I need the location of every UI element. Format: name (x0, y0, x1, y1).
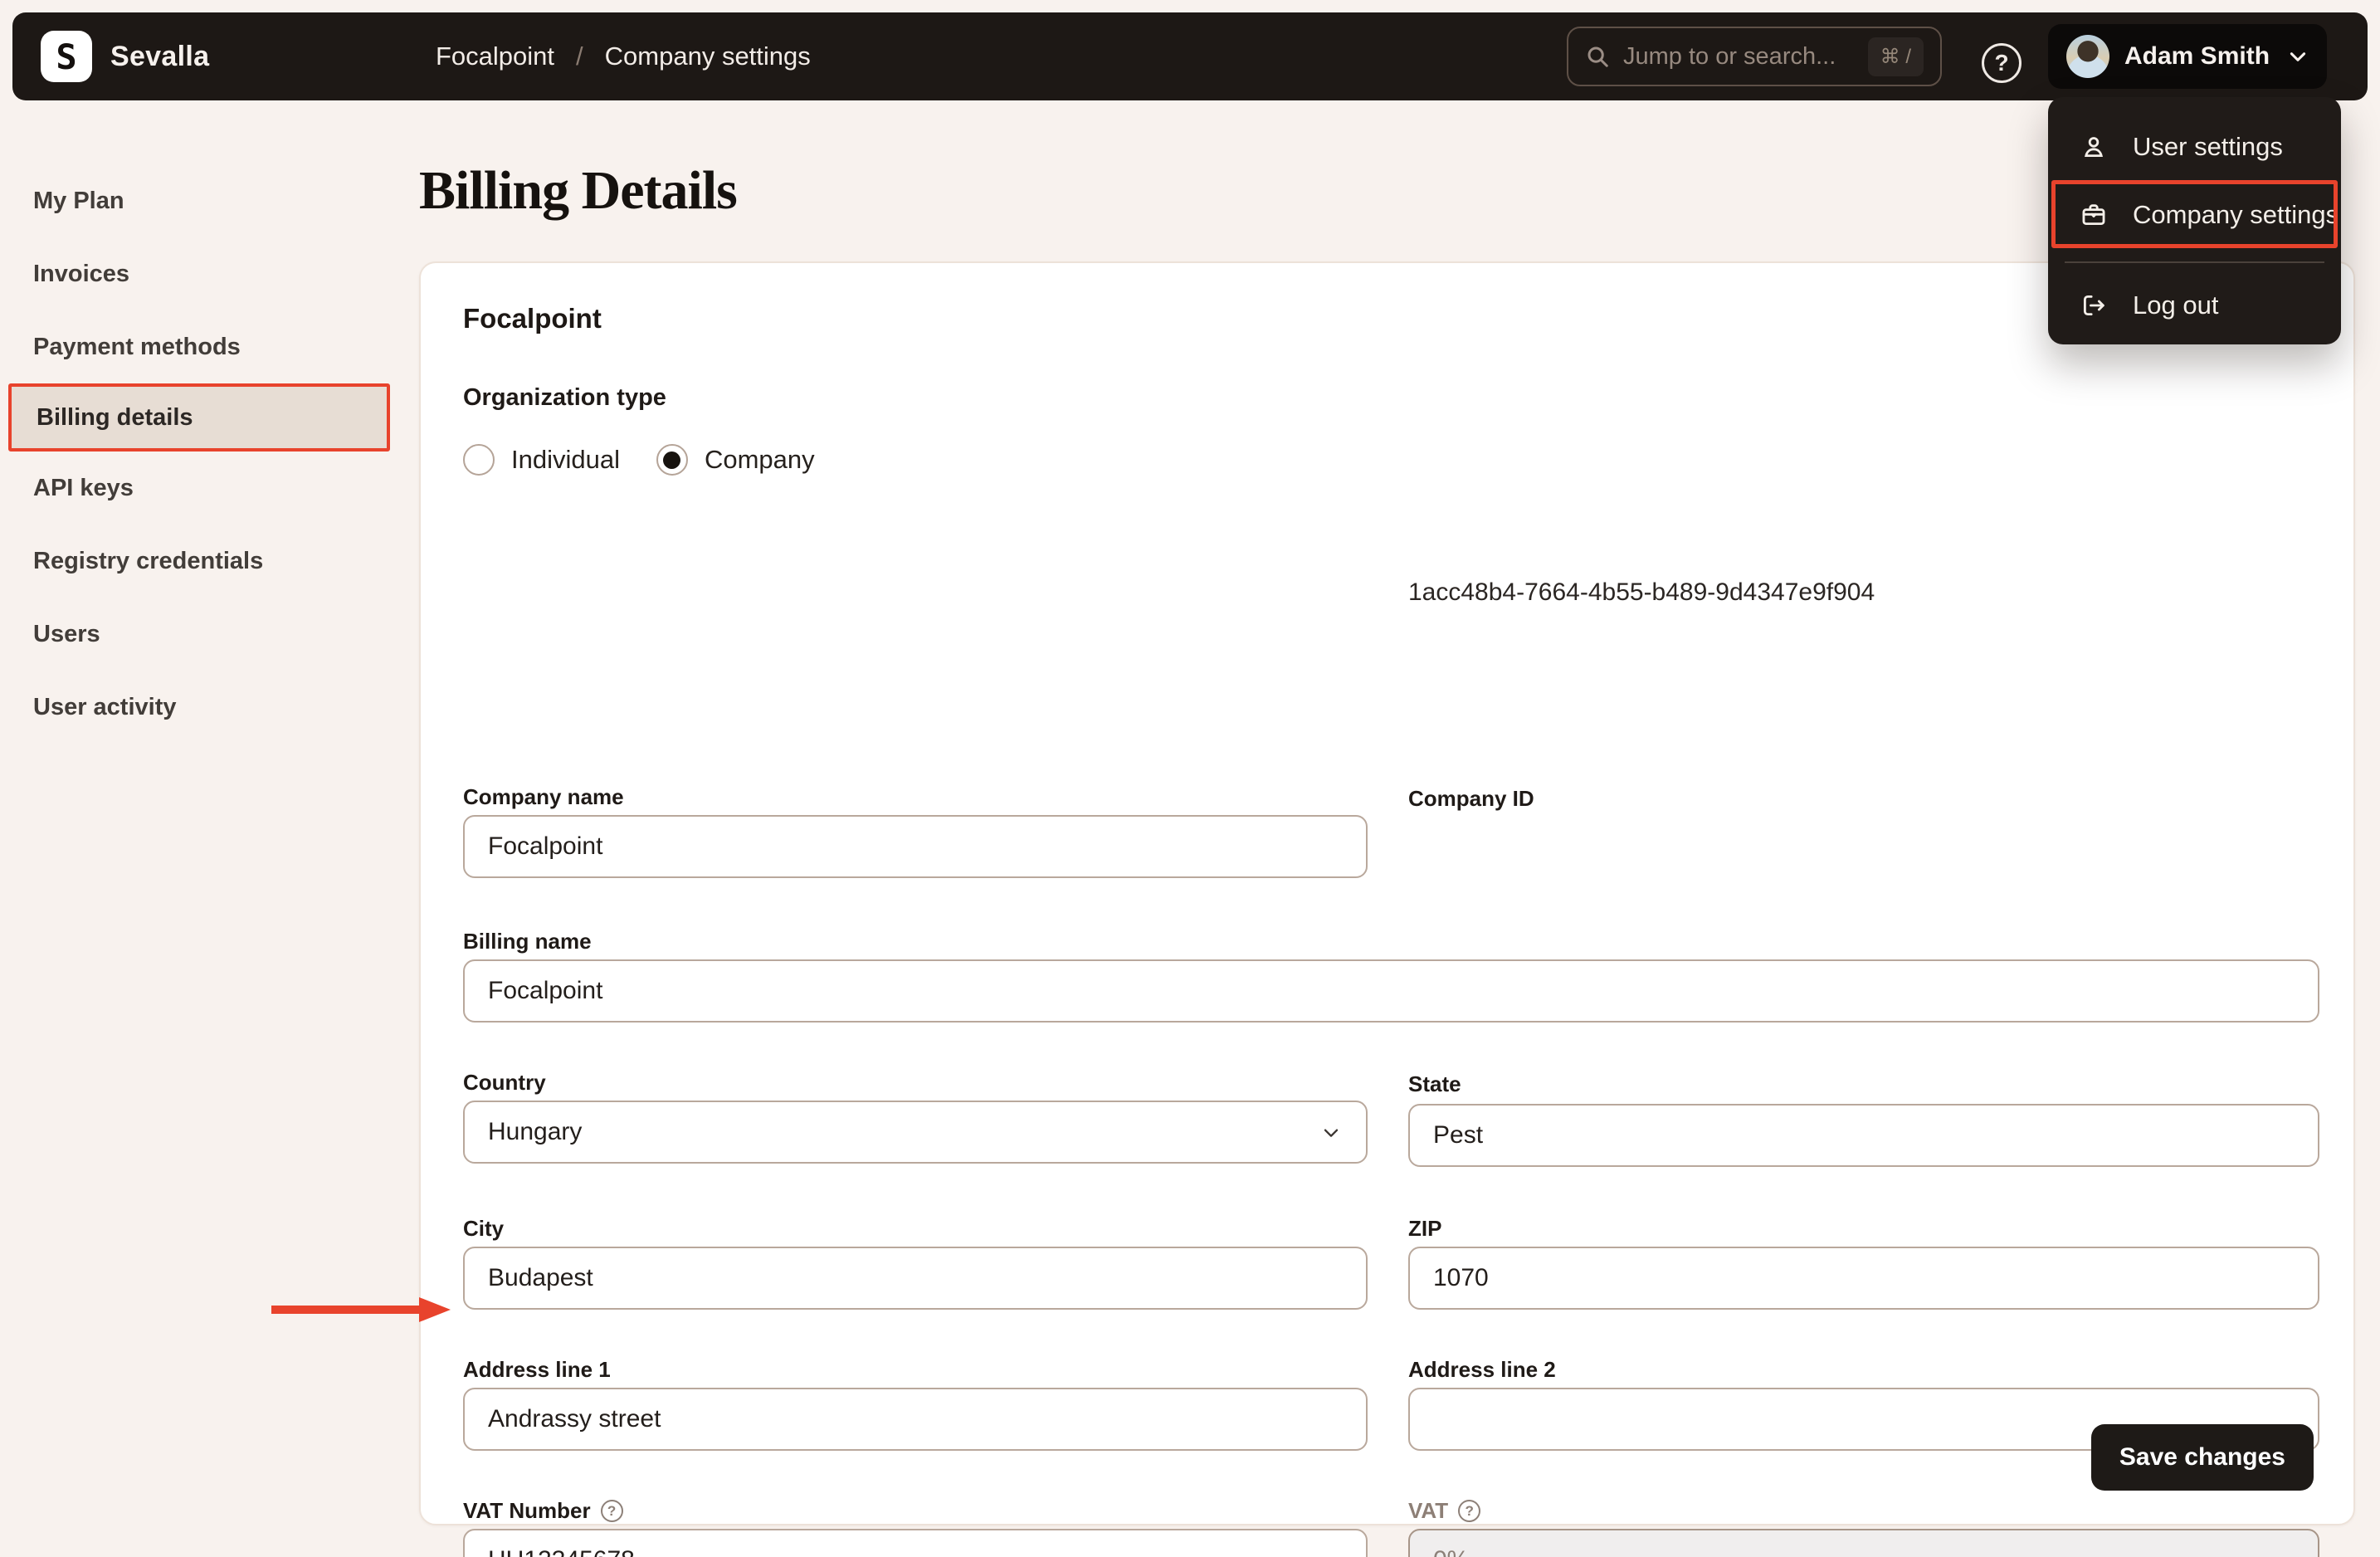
card-company-title: Focalpoint (463, 303, 602, 334)
avatar (2066, 35, 2109, 78)
breadcrumb: Focalpoint / Company settings (436, 12, 811, 100)
menu-item-company-settings[interactable]: Company settings (2048, 183, 2341, 246)
radio-company-circle (656, 444, 688, 476)
radio-individual-circle (463, 444, 495, 476)
menu-item-label: Log out (2133, 290, 2219, 320)
sidebar-item-my-plan[interactable]: My Plan (0, 164, 415, 237)
breadcrumb-org[interactable]: Focalpoint (436, 41, 554, 71)
user-icon (2080, 133, 2108, 161)
address-line-1-input[interactable] (463, 1388, 1368, 1451)
breadcrumb-separator: / (576, 41, 583, 71)
billing-name-input[interactable] (463, 959, 2319, 1023)
select-chevron-icon (1319, 1120, 1343, 1144)
menu-item-user-settings[interactable]: User settings (2048, 117, 2341, 177)
sidebar-item-invoices[interactable]: Invoices (0, 237, 415, 310)
vat-label-text: VAT (1408, 1498, 1449, 1523)
company-id-value: 1acc48b4-7664-4b55-b489-9d4347e9f904 (1408, 578, 1875, 606)
company-id-label: Company ID (1408, 786, 1534, 811)
sidebar-item-registry-credentials[interactable]: Registry credentials (0, 525, 415, 598)
settings-sidebar: My Plan Invoices Payment methods Billing… (0, 164, 415, 744)
sidebar-item-user-activity[interactable]: User activity (0, 671, 415, 744)
sevalla-logo-icon[interactable]: S (41, 31, 92, 82)
vat-number-label-text: VAT Number (463, 1498, 591, 1523)
page-title: Billing Details (419, 160, 738, 221)
country-select[interactable]: Hungary (463, 1101, 1368, 1164)
address-line-2-label: Address line 2 (1408, 1357, 1556, 1382)
org-type-radio-group: Individual Company (463, 444, 815, 476)
zip-label: ZIP (1408, 1216, 1442, 1241)
zip-input[interactable] (1408, 1247, 2319, 1310)
chevron-down-icon (2287, 46, 2309, 67)
menu-item-label: User settings (2133, 132, 2283, 161)
radio-company[interactable]: Company (656, 444, 815, 476)
state-label: State (1408, 1071, 1461, 1096)
vat-number-label: VAT Number (463, 1498, 623, 1524)
sidebar-item-payment-methods[interactable]: Payment methods (0, 310, 415, 383)
vat-label: VAT (1408, 1498, 1481, 1524)
city-label: City (463, 1216, 505, 1241)
sidebar-item-billing-details[interactable]: Billing details (8, 383, 390, 451)
user-menu-button[interactable]: Adam Smith (2048, 24, 2327, 89)
user-name: Adam Smith (2124, 42, 2270, 70)
help-icon[interactable] (1982, 43, 2022, 83)
save-changes-button[interactable]: Save changes (2090, 1424, 2314, 1491)
radio-individual[interactable]: Individual (463, 444, 620, 476)
menu-item-log-out[interactable]: Log out (2048, 276, 2341, 334)
company-name-input[interactable] (463, 815, 1368, 878)
org-type-label: Organization type (463, 384, 666, 411)
logout-icon (2080, 291, 2108, 320)
vat-number-help-icon[interactable] (600, 1500, 623, 1522)
vat-help-icon[interactable] (1458, 1500, 1481, 1522)
topbar: S Sevalla Focalpoint / Company settings … (12, 12, 2368, 100)
menu-divider (2065, 261, 2324, 263)
vat-input (1408, 1529, 2319, 1557)
search-shortcut-badge: ⌘ / (1867, 37, 1924, 76)
radio-individual-label: Individual (511, 445, 620, 474)
briefcase-icon (2080, 201, 2108, 229)
menu-item-label: Company settings (2133, 200, 2339, 229)
sidebar-item-users[interactable]: Users (0, 598, 415, 671)
search-icon (1585, 44, 1610, 69)
user-dropdown-menu: User settings Company settings Log out (2048, 97, 2341, 344)
country-value: Hungary (488, 1118, 583, 1145)
company-name-label: Company name (463, 784, 624, 809)
search-placeholder: Jump to or search... (1623, 42, 1836, 70)
radio-company-label: Company (704, 445, 815, 474)
city-input[interactable] (463, 1247, 1368, 1310)
state-input[interactable] (1408, 1104, 2319, 1167)
billing-details-card: Focalpoint Organization type Individual … (419, 261, 2355, 1557)
vat-number-input[interactable] (463, 1529, 1368, 1557)
search-input[interactable]: Jump to or search... ⌘ / (1567, 27, 1942, 86)
sidebar-item-api-keys[interactable]: API keys (0, 451, 415, 525)
country-label: Country (463, 1070, 546, 1095)
billing-name-label: Billing name (463, 929, 592, 954)
address-line-1-label: Address line 1 (463, 1357, 611, 1382)
brand-name: Sevalla (110, 40, 210, 72)
breadcrumb-page[interactable]: Company settings (605, 41, 811, 71)
